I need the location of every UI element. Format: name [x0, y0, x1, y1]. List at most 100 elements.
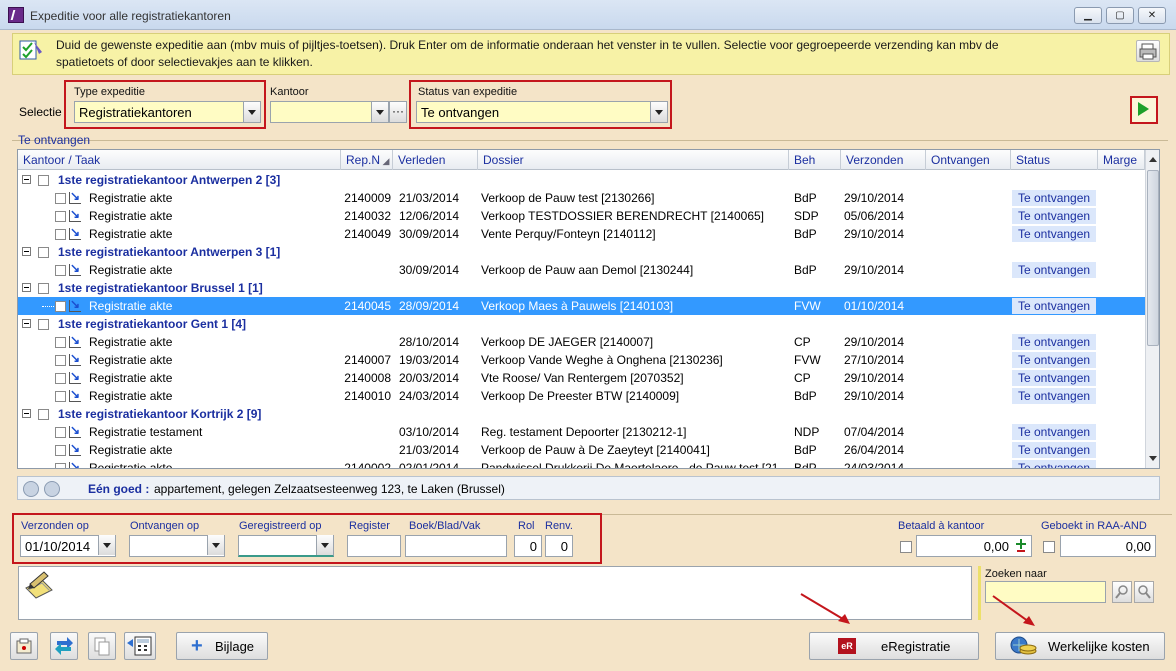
chevron-down-icon[interactable] [316, 535, 333, 555]
column-beh[interactable]: Beh [789, 150, 841, 170]
group-row[interactable]: 1ste registratiekantoor Brussel 1 [1] [18, 279, 1145, 297]
register-field[interactable] [347, 535, 401, 557]
search-next-icon[interactable] [1134, 581, 1154, 603]
group-checkbox[interactable] [38, 283, 49, 294]
row-checkbox[interactable] [55, 337, 66, 348]
dossier-cell: Verkoop de Pauw test [2130266] [481, 191, 655, 205]
row-checkbox[interactable] [55, 427, 66, 438]
scroll-up-icon[interactable] [1146, 152, 1159, 166]
status-expeditie-select[interactable]: Te ontvangen [416, 101, 668, 123]
previous-goed-icon[interactable] [23, 481, 39, 497]
group-checkbox[interactable] [38, 247, 49, 258]
group-checkbox[interactable] [38, 409, 49, 420]
table-row[interactable]: Registratie akte 2140002 02/01/2014 Pandwis… [18, 459, 1145, 468]
geboekt-checkbox[interactable] [1043, 541, 1055, 553]
eregistratie-button[interactable]: eR eRegistratie [809, 632, 979, 660]
table-row[interactable]: Registratie testament 03/10/2014 Reg. test… [18, 423, 1145, 441]
column-rep[interactable]: Rep.N ◢ [341, 150, 393, 170]
scroll-down-icon[interactable] [1146, 452, 1159, 466]
column-kantoor-taak[interactable]: Kantoor / Taak [18, 150, 341, 170]
search-input[interactable] [985, 581, 1106, 603]
next-goed-icon[interactable] [44, 481, 60, 497]
expeditie-grid[interactable]: Kantoor / Taak Rep.N ◢ Verleden Dossier … [17, 149, 1160, 469]
geregistreerd-op-field[interactable] [238, 535, 334, 557]
group-row[interactable]: 1ste registratiekantoor Kortrijk 2 [9] [18, 405, 1145, 423]
row-checkbox[interactable] [55, 391, 66, 402]
dossier-cell: Verkoop De Preester BTW [2140009] [481, 389, 680, 403]
column-verleden[interactable]: Verleden [393, 150, 478, 170]
verzonden-op-field[interactable]: 01/10/2014 [20, 535, 116, 557]
group-row[interactable]: 1ste registratiekantoor Antwerpen 2 [3] [18, 171, 1145, 189]
row-checkbox[interactable] [55, 211, 66, 222]
minimize-button[interactable]: ▁ [1074, 7, 1102, 24]
geboekt-label: Geboekt in RAA-AND [1041, 520, 1147, 532]
note-textarea[interactable] [18, 566, 972, 620]
group-row[interactable]: 1ste registratiekantoor Antwerpen 3 [1] [18, 243, 1145, 261]
chevron-down-icon[interactable] [207, 535, 224, 555]
collapse-icon[interactable] [22, 247, 31, 256]
row-checkbox[interactable] [55, 355, 66, 366]
column-dossier[interactable]: Dossier [478, 150, 789, 170]
row-checkbox[interactable] [55, 373, 66, 384]
group-checkbox[interactable] [38, 319, 49, 330]
properties-icon[interactable] [10, 632, 38, 660]
printer-icon[interactable] [1136, 40, 1160, 62]
close-button[interactable]: ✕ [1138, 7, 1166, 24]
table-row[interactable]: Registratie akte 2140049 30/09/2014 Vente P… [18, 225, 1145, 243]
column-marge[interactable]: Marge [1098, 150, 1145, 170]
row-checkbox[interactable] [55, 265, 66, 276]
betaald-checkbox[interactable] [900, 541, 912, 553]
table-row[interactable]: Registratie akte 2140009 21/03/2014 Verkoop… [18, 189, 1145, 207]
row-checkbox[interactable] [55, 463, 66, 468]
task-arrow-icon [69, 423, 81, 438]
group-row[interactable]: 1ste registratiekantoor Gent 1 [4] [18, 315, 1145, 333]
chevron-down-icon[interactable] [650, 102, 667, 122]
table-row[interactable]: Registratie akte 2140010 24/03/2014 Verkoop… [18, 387, 1145, 405]
table-row[interactable]: Registratie akte 2140007 19/03/2014 Verkoop… [18, 351, 1145, 369]
search-previous-icon[interactable] [1112, 581, 1132, 603]
row-checkbox[interactable] [55, 193, 66, 204]
bijlage-button[interactable]: + Bijlage [176, 632, 268, 660]
boek-blad-vak-field[interactable] [405, 535, 507, 557]
column-verzonden[interactable]: Verzonden [841, 150, 926, 170]
table-row[interactable]: Registratie akte 28/10/2014 Verkoop DE JAE… [18, 333, 1145, 351]
beh-cell: BdP [794, 227, 817, 241]
table-row[interactable]: Registratie akte 2140045 28/09/2014 Verkoop… [18, 297, 1145, 315]
kantoor-select[interactable] [270, 101, 389, 123]
row-checkbox[interactable] [55, 301, 66, 312]
copy-icon[interactable] [88, 632, 116, 660]
collapse-icon[interactable] [22, 283, 31, 292]
grid-scrollbar[interactable] [1145, 150, 1159, 468]
maximize-button[interactable]: ▢ [1106, 7, 1134, 24]
ontvangen-op-field[interactable] [129, 535, 225, 557]
collapse-icon[interactable] [22, 319, 31, 328]
chevron-down-icon[interactable] [98, 535, 115, 555]
betaald-field[interactable]: 0,00 [916, 535, 1032, 557]
rol-field[interactable]: 0 [514, 535, 542, 557]
scroll-thumb[interactable] [1147, 170, 1159, 346]
transfer-icon[interactable] [50, 632, 78, 660]
column-status[interactable]: Status [1011, 150, 1098, 170]
collapse-icon[interactable] [22, 409, 31, 418]
row-checkbox[interactable] [55, 229, 66, 240]
table-row[interactable]: Registratie akte 2140008 20/03/2014 Vte Roo… [18, 369, 1145, 387]
geboekt-field[interactable]: 0,00 [1060, 535, 1156, 557]
chevron-down-icon[interactable] [243, 102, 260, 122]
row-checkbox[interactable] [55, 445, 66, 456]
table-row[interactable]: Registratie akte 30/09/2014 Verkoop de Pau… [18, 261, 1145, 279]
status-badge: Te ontvangen [1012, 442, 1097, 458]
werkelijke-kosten-button[interactable]: Werkelijke kosten [995, 632, 1165, 660]
type-expeditie-select[interactable]: Registratiekantoren [74, 101, 261, 123]
play-icon[interactable] [1132, 98, 1156, 122]
group-checkbox[interactable] [38, 175, 49, 186]
table-row[interactable]: Registratie akte 21/03/2014 Verkoop de Pau… [18, 441, 1145, 459]
chevron-down-icon[interactable] [371, 102, 388, 122]
renv-field[interactable]: 0 [545, 535, 573, 557]
calculator-icon[interactable] [124, 632, 156, 660]
column-ontvangen[interactable]: Ontvangen [926, 150, 1011, 170]
table-row[interactable]: Registratie akte 2140032 12/06/2014 Verkoop… [18, 207, 1145, 225]
kantoor-browse-button[interactable]: ··· [389, 101, 407, 123]
grid-group-title: Te ontvangen [18, 133, 91, 147]
plus-minus-icon[interactable] [1014, 539, 1028, 553]
collapse-icon[interactable] [22, 175, 31, 184]
